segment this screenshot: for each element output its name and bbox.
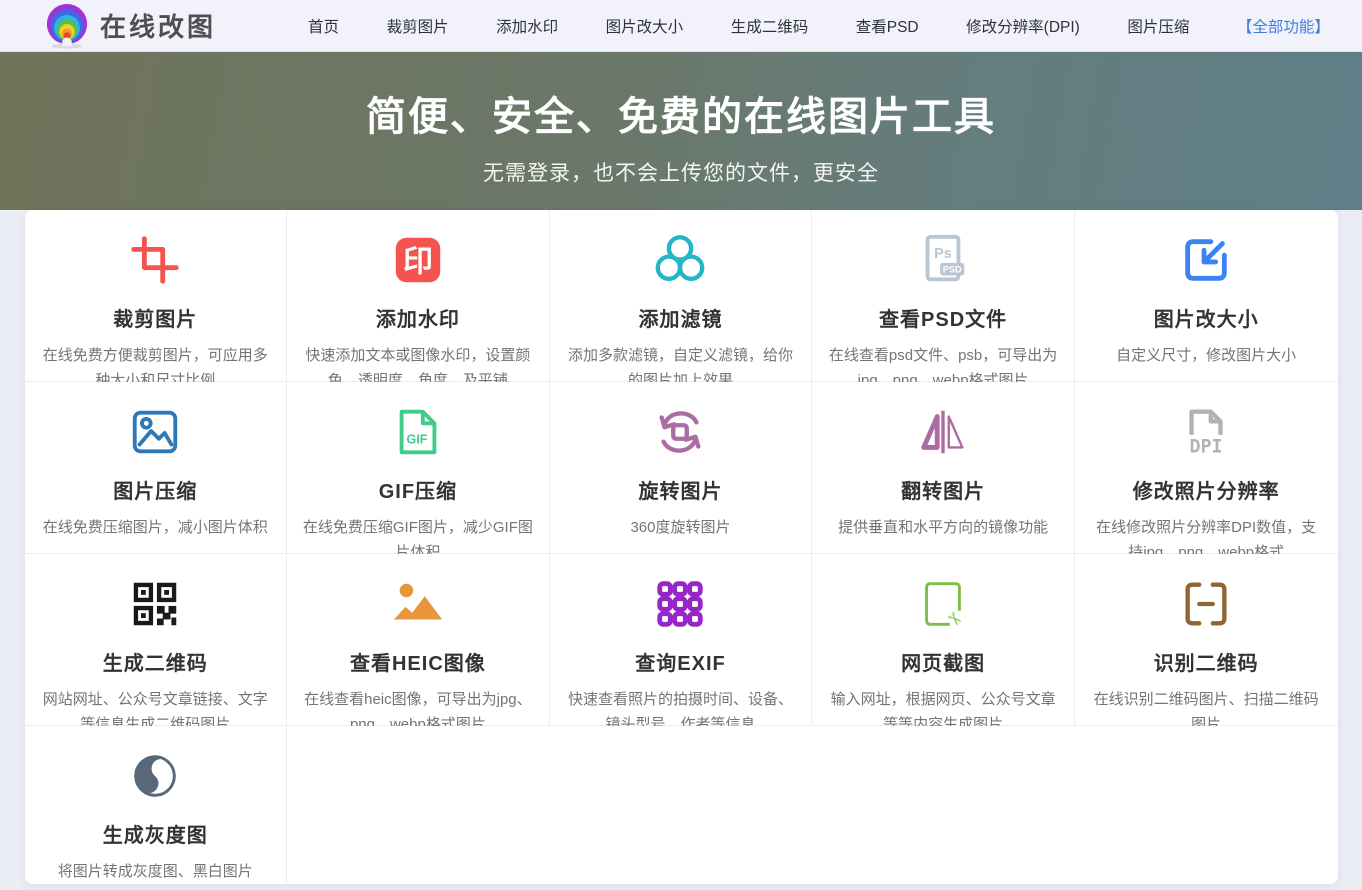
tool-card-watermark-stamp[interactable]: 印 添加水印 快速添加文本或图像水印，设置颜色、透明度、角度，及平铺 xyxy=(287,210,550,382)
svg-text:Ps: Ps xyxy=(934,246,952,262)
tool-card-title: 修改照片分辨率 xyxy=(1075,475,1338,504)
filter-circles-icon xyxy=(550,231,812,289)
top-nav: 在线改图 首页 裁剪图片 添加水印 图片改大小 生成二维码 查看PSD 修改分辨率(DPI)… xyxy=(0,0,1362,52)
nav-item-2[interactable]: 裁剪图片 xyxy=(387,15,449,37)
tool-card-heic-image[interactable]: 查看HEIC图像 在线查看heic图像，可导出为jpg、png、webp格式图片 xyxy=(287,554,550,726)
tool-card-gif-file[interactable]: GIF GIF压缩 在线免费压缩GIF图片，减少GIF图片体积 xyxy=(287,382,550,554)
tool-card-webpage-screenshot[interactable]: ✂ 网页截图 输入网址，根据网页、公众号文章等等内容生成图片 xyxy=(812,554,1075,726)
tool-card-exif-grid[interactable]: 查询EXIF 快速查看照片的拍摄时间、设备、镜头型号、作者等信息 xyxy=(550,554,813,726)
rainbow-logo-icon xyxy=(44,3,90,49)
watermark-stamp-icon: 印 xyxy=(287,231,549,289)
tool-card-title: 添加水印 xyxy=(287,303,549,332)
qrcode-scan-icon xyxy=(1075,575,1338,633)
tool-card-title: 查看PSD文件 xyxy=(812,303,1074,332)
crop-icon xyxy=(25,231,287,289)
nav-all-features-link[interactable]: 【全部功能】 xyxy=(1237,15,1330,37)
tool-card-filter-circles[interactable]: 添加滤镜 添加多款滤镜，自定义滤镜，给你的图片加上效果 xyxy=(550,210,813,382)
grayscale-icon xyxy=(25,747,287,805)
tool-card-title: GIF压缩 xyxy=(287,475,549,504)
tool-card-description: 提供垂直和水平方向的镜像功能 xyxy=(827,515,1059,540)
heic-image-icon xyxy=(287,575,549,633)
nav-item-8[interactable]: 图片压缩 xyxy=(1127,15,1189,37)
tool-card-qrcode[interactable]: 生成二维码 网站网址、公众号文章链接、文字等信息生成二维码图片 xyxy=(25,554,288,726)
tool-card-crop[interactable]: 裁剪图片 在线免费方便裁剪图片，可应用多种大小和尺寸比例 xyxy=(25,210,288,382)
brand-home-link[interactable]: 在线改图 xyxy=(44,3,216,49)
grid-empty-filler xyxy=(287,726,1337,884)
tool-card-description: 自定义尺寸，修改图片大小 xyxy=(1090,343,1322,368)
tool-card-title: 图片改大小 xyxy=(1075,303,1338,332)
nav-item-1[interactable]: 首页 xyxy=(308,15,339,37)
tool-card-rotate[interactable]: 旋转图片 360度旋转图片 xyxy=(550,382,813,554)
tool-card-title: 旋转图片 xyxy=(550,475,812,504)
nav-item-3[interactable]: 添加水印 xyxy=(496,15,558,37)
psd-file-icon: Ps PSD xyxy=(812,231,1074,289)
webpage-screenshot-icon: ✂ xyxy=(812,575,1074,633)
dpi-file-icon: DPI xyxy=(1075,403,1338,461)
nav-item-4[interactable]: 图片改大小 xyxy=(606,15,684,37)
nav-item-6[interactable]: 查看PSD xyxy=(856,15,919,37)
nav-item-5[interactable]: 生成二维码 xyxy=(731,15,809,37)
tool-card-title: 查看HEIC图像 xyxy=(287,647,549,676)
tool-card-title: 图片压缩 xyxy=(25,475,287,504)
tool-card-description: 将图片转成灰度图、黑白图片 xyxy=(39,859,271,884)
gif-file-icon: GIF xyxy=(287,403,549,461)
nav-item-7[interactable]: 修改分辨率(DPI) xyxy=(966,15,1080,37)
tool-card-resize[interactable]: 图片改大小 自定义尺寸，修改图片大小 xyxy=(1075,210,1338,382)
svg-text:✂: ✂ xyxy=(943,607,967,631)
tool-card-flip[interactable]: 翻转图片 提供垂直和水平方向的镜像功能 xyxy=(812,382,1075,554)
rotate-icon xyxy=(550,403,812,461)
tool-card-title: 查询EXIF xyxy=(550,647,812,676)
tool-card-image-compress[interactable]: 图片压缩 在线免费压缩图片，减小图片体积 xyxy=(25,382,288,554)
tool-card-title: 裁剪图片 xyxy=(25,303,287,332)
hero-subtitle: 无需登录，也不会上传您的文件，更安全 xyxy=(0,157,1362,187)
svg-text:PSD: PSD xyxy=(943,265,962,275)
tool-card-title: 生成二维码 xyxy=(25,647,287,676)
image-compress-icon xyxy=(25,403,287,461)
svg-text:DPI: DPI xyxy=(1190,436,1223,457)
nav-menu: 首页 裁剪图片 添加水印 图片改大小 生成二维码 查看PSD 修改分辨率(DPI) 图片压缩 【… xyxy=(308,15,1330,37)
tool-card-title: 网页截图 xyxy=(812,647,1074,676)
tool-card-qrcode-scan[interactable]: 识别二维码 在线识别二维码图片、扫描二维码图片 xyxy=(1075,554,1338,726)
tool-card-grayscale[interactable]: 生成灰度图 将图片转成灰度图、黑白图片 xyxy=(25,726,288,884)
flip-icon xyxy=(812,403,1074,461)
tool-card-title: 翻转图片 xyxy=(812,475,1074,504)
brand-title: 在线改图 xyxy=(100,7,216,44)
svg-text:印: 印 xyxy=(403,246,433,279)
qrcode-icon xyxy=(25,575,287,633)
tool-card-title: 识别二维码 xyxy=(1075,647,1338,676)
svg-text:GIF: GIF xyxy=(406,433,427,447)
tool-card-title: 添加滤镜 xyxy=(550,303,812,332)
tool-card-title: 生成灰度图 xyxy=(25,819,287,848)
main-area: 裁剪图片 在线免费方便裁剪图片，可应用多种大小和尺寸比例 印 添加水印 快速添加… xyxy=(0,210,1362,813)
hero-title: 简便、安全、免费的在线图片工具 xyxy=(0,52,1362,142)
tools-grid: 裁剪图片 在线免费方便裁剪图片，可应用多种大小和尺寸比例 印 添加水印 快速添加… xyxy=(25,210,1338,884)
exif-grid-icon xyxy=(550,575,812,633)
resize-icon xyxy=(1075,231,1338,289)
tool-card-psd-file[interactable]: PsPSD 查看PSD文件 在线查看psd文件、psb，可导出为jpg、png、… xyxy=(812,210,1075,382)
tool-card-dpi-file[interactable]: DPI 修改照片分辨率 在线修改照片分辨率DPI数值，支持jpg、png、web… xyxy=(1075,382,1338,554)
tool-card-description: 在线免费压缩图片，减小图片体积 xyxy=(39,515,271,540)
tool-card-description: 360度旋转图片 xyxy=(564,515,796,540)
